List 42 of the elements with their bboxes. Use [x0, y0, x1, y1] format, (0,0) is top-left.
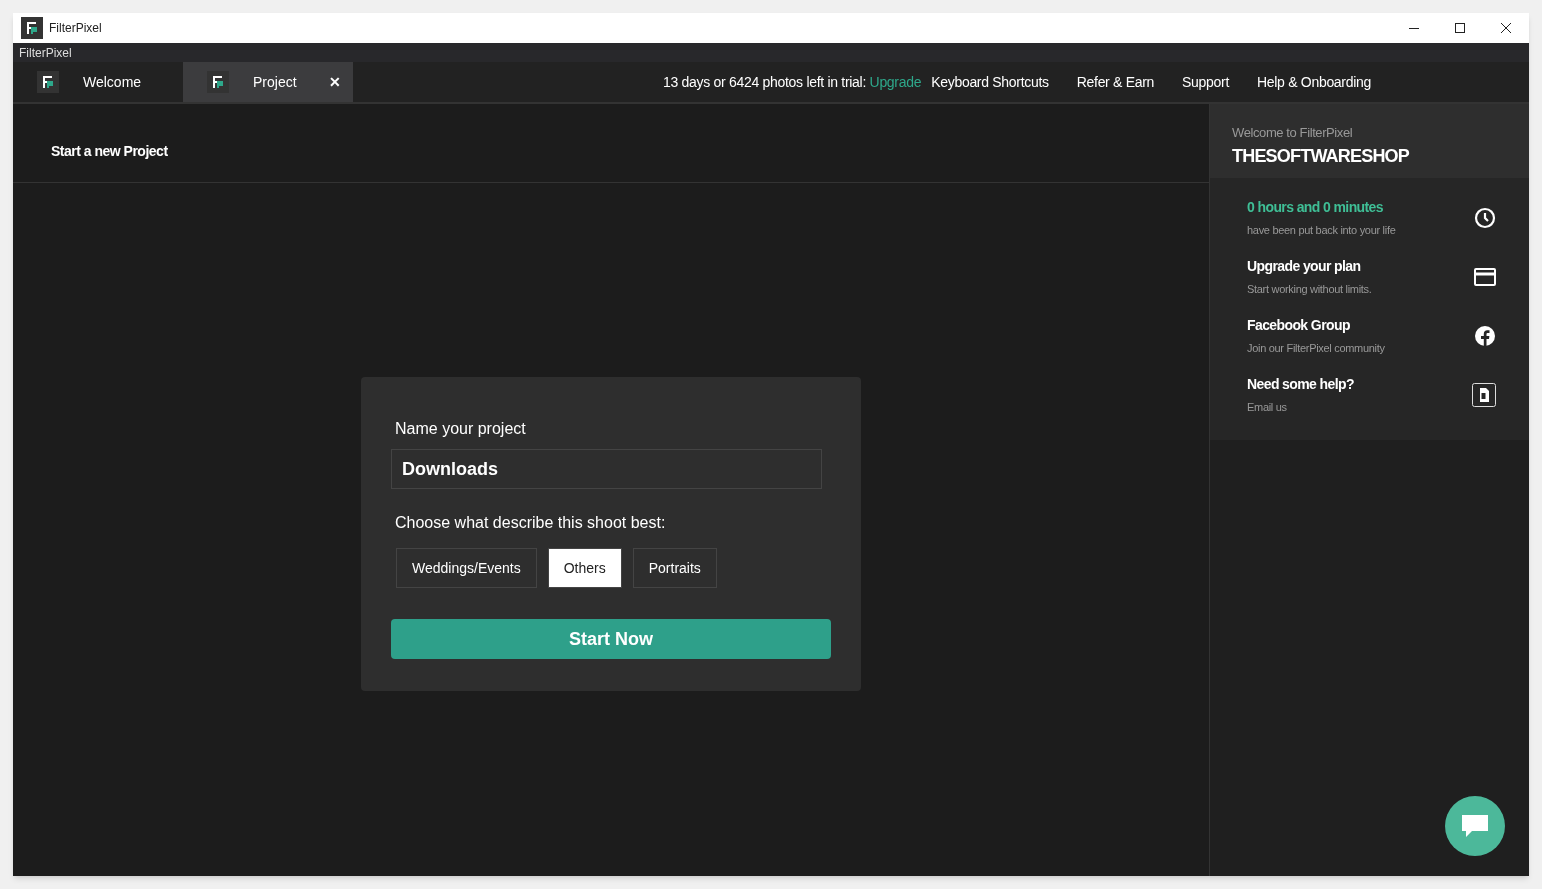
link-subtitle: have been put back into your life	[1247, 222, 1397, 238]
name-label: Name your project	[394, 419, 527, 439]
sidebar-link[interactable]: 0 hours and 0 minutes have been put back into your life	[1210, 188, 1529, 247]
link-title: Facebook Group	[1247, 315, 1351, 335]
project-name-field[interactable]: Downloads	[391, 449, 822, 489]
tab-logo-icon	[207, 71, 229, 93]
sidebar-link[interactable]: Need some help? Email us	[1210, 365, 1529, 424]
link-title: Need some help?	[1247, 374, 1355, 394]
window-title: FilterPixel	[49, 20, 102, 37]
chat-bubble-icon	[1460, 813, 1490, 839]
clock-icon	[1474, 206, 1496, 229]
link-subtitle: Join our FilterPixel community	[1247, 340, 1386, 356]
nav-link[interactable]: Refer & Earn	[1076, 71, 1155, 93]
link-subtitle: Email us	[1247, 399, 1288, 415]
choice-label: Choose what describe this shoot best:	[394, 513, 667, 533]
app-logo-icon	[21, 17, 43, 39]
user-name: THESOFTWARESHOP	[1232, 144, 1410, 168]
credit-card-icon	[1474, 267, 1496, 286]
trial-notice: 13 days or 6424 photos left in trial: Upgrade	[663, 72, 922, 92]
nav-link[interactable]: Help & Onboarding	[1257, 71, 1371, 93]
link-title: 0 hours and 0 minutes	[1247, 197, 1384, 217]
facebook-icon	[1474, 324, 1496, 347]
sidebar-link[interactable]: Facebook Group Join our FilterPixel community	[1210, 306, 1529, 365]
category-option[interactable]: Others	[547, 548, 622, 588]
maximize-icon	[1455, 23, 1465, 33]
menu-label[interactable]: FilterPixel	[19, 43, 72, 62]
nav-link[interactable]: Keyboard Shortcuts	[931, 71, 1049, 93]
category-option[interactable]: Portraits	[632, 548, 717, 588]
category-option[interactable]: Weddings/Events	[396, 548, 537, 588]
upgrade-link[interactable]: Upgrade	[869, 73, 922, 90]
page-title: Start a new Project	[51, 141, 168, 161]
close-tab-button[interactable]: ✕	[329, 71, 341, 93]
minimize-icon	[1409, 27, 1419, 29]
tab[interactable]: Project ✕	[183, 62, 353, 102]
tab-logo-icon	[37, 71, 59, 93]
sidebar-link[interactable]: Upgrade your plan Start working without limits.	[1210, 247, 1529, 306]
link-subtitle: Start working without limits.	[1247, 281, 1373, 297]
greeting: Welcome to FilterPixel	[1232, 124, 1354, 142]
nav-link[interactable]: Support	[1182, 71, 1229, 93]
close-icon	[1501, 23, 1511, 33]
document-icon	[1472, 382, 1496, 407]
link-title: Upgrade your plan	[1247, 256, 1362, 276]
